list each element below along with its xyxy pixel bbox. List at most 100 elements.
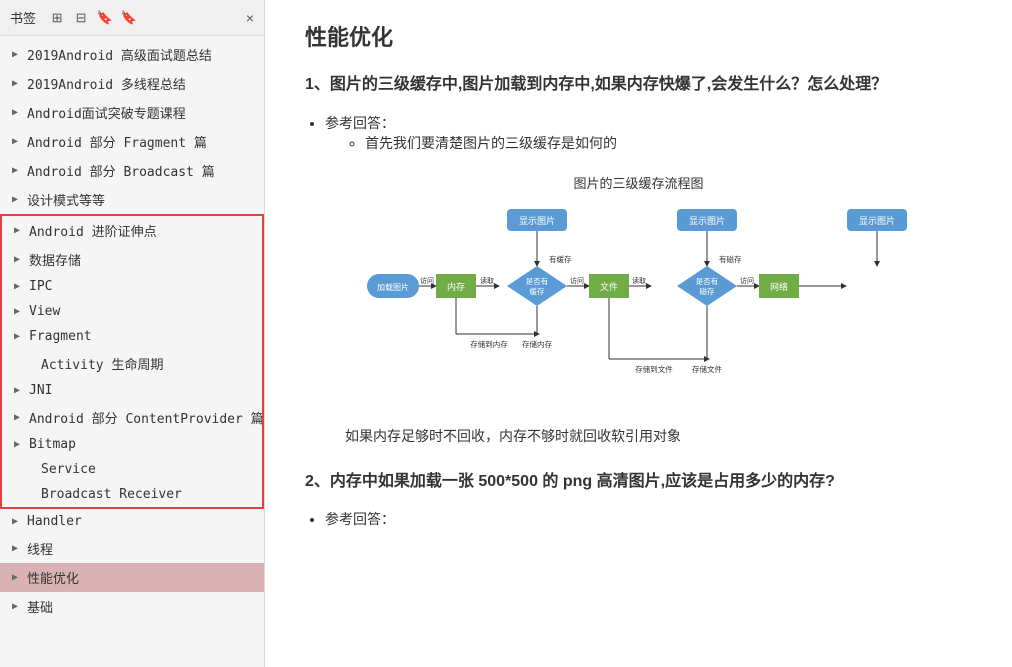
sub-bullet-1: 首先我们要清楚图片的三级缓存是如何的 — [365, 133, 972, 153]
sidebar-item-label: Activity 生命周期 — [41, 354, 163, 373]
svg-text:是否有: 是否有 — [525, 276, 548, 286]
svg-text:有缓存: 有缓存 — [549, 254, 572, 264]
chevron-right-icon: ▶ — [14, 225, 24, 236]
chevron-right-icon: ▶ — [12, 136, 22, 147]
chevron-right-icon: ▶ — [12, 78, 22, 89]
sidebar-group: ▶ Android 进阶证伸点 ▶ 数据存储 ▶ IPC ▶ View ▶ Fragment Act… — [0, 214, 264, 509]
sidebar-item-label: Broadcast Receiver — [41, 487, 182, 502]
chevron-right-icon: ▶ — [12, 49, 22, 60]
sidebar-item-label: Android 部分 Broadcast 篇 — [27, 161, 215, 180]
sidebar-item-item-10[interactable]: ▶ View — [2, 299, 262, 324]
sidebar-icon-2[interactable]: ⊟ — [72, 9, 90, 27]
sidebar-item-item-5[interactable]: ▶ Android 部分 Broadcast 篇 — [0, 156, 264, 185]
chevron-right-icon: ▶ — [14, 331, 24, 342]
section-1: 1、图片的三级缓存中,图片加载到内存中,如果内存快爆了,会发生什么？怎么处理？ … — [305, 72, 972, 449]
sidebar-item-label: 2019Android 高级面试题总结 — [27, 45, 212, 64]
sidebar-item-label: 线程 — [27, 539, 53, 558]
chevron-right-icon: ▶ — [14, 306, 24, 317]
svg-text:存储文件: 存储文件 — [692, 364, 722, 374]
sidebar-item-label: 设计模式等等 — [27, 190, 105, 209]
section-2-title: 2、内存中如果加载一张 500*500 的 png 高清图片,应该是占用多少的内… — [305, 469, 972, 495]
sidebar-list: ▶2019Android 高级面试题总结▶2019Android 多线程总结▶A… — [0, 36, 264, 667]
diagram-title: 图片的三级缓存流程图 — [573, 173, 703, 192]
sidebar-item-item-6[interactable]: ▶ 设计模式等等 — [0, 185, 264, 214]
sidebar-item-label: Fragment — [29, 329, 92, 344]
chevron-right-icon: ▶ — [12, 543, 22, 554]
chevron-right-icon: ▶ — [12, 107, 22, 118]
sidebar-header: 书签 ⊞ ⊟ 🔖 🔖 × — [0, 0, 264, 36]
chevron-right-icon: ▶ — [12, 516, 22, 527]
sidebar-item-label: Bitmap — [29, 437, 76, 452]
sidebar-item-item-11[interactable]: ▶ Fragment — [2, 324, 262, 349]
sidebar-close-button[interactable]: × — [246, 10, 254, 26]
sidebar-item-item-9[interactable]: ▶ IPC — [2, 274, 262, 299]
svg-text:读取: 读取 — [632, 276, 646, 285]
chevron-right-icon: ▶ — [14, 385, 24, 396]
diagram-container: 图片的三级缓存流程图 显示图片 显示图片 显示图片 — [305, 173, 972, 404]
sidebar-item-label: Android面试突破专题课程 — [27, 103, 186, 122]
sidebar-item-label: 基础 — [27, 597, 53, 616]
sidebar-item-item-1[interactable]: ▶ 2019Android 高级面试题总结 — [0, 40, 264, 69]
sidebar-item-label: 2019Android 多线程总结 — [27, 74, 186, 93]
svg-text:显示图片: 显示图片 — [858, 215, 894, 226]
svg-text:读取: 读取 — [480, 276, 494, 285]
sidebar-item-item-7[interactable]: ▶ Android 进阶证伸点 — [2, 216, 262, 245]
sidebar-item-item-4[interactable]: ▶ Android 部分 Fragment 篇 — [0, 127, 264, 156]
sidebar-item-item-15[interactable]: ▶ Bitmap — [2, 432, 262, 457]
sidebar-toolbar: ⊞ ⊟ 🔖 🔖 — [48, 9, 138, 27]
sidebar-title: 书签 — [10, 8, 36, 27]
main-content: 性能优化 1、图片的三级缓存中,图片加载到内存中,如果内存快爆了,会发生什么？怎… — [265, 0, 1012, 667]
sidebar-item-item-12[interactable]: Activity 生命周期 — [2, 349, 262, 378]
sidebar-item-label: JNI — [29, 383, 52, 398]
svg-text:显示图片: 显示图片 — [688, 215, 724, 226]
svg-text:访问: 访问 — [740, 276, 754, 285]
sidebar-item-item-17[interactable]: Broadcast Receiver — [2, 482, 262, 507]
sidebar-item-item-19[interactable]: ▶ 线程 — [0, 534, 264, 563]
sidebar-icon-1[interactable]: ⊞ — [48, 9, 66, 27]
svg-text:显示图片: 显示图片 — [518, 215, 554, 226]
chevron-right-icon: ▶ — [12, 165, 22, 176]
sidebar-item-label: Handler — [27, 514, 82, 529]
chevron-right-icon: ▶ — [12, 601, 22, 612]
sidebar-icon-3[interactable]: 🔖 — [96, 9, 114, 27]
chevron-right-icon: ▶ — [14, 412, 24, 423]
svg-text:缓存: 缓存 — [529, 286, 544, 296]
svg-text:网络: 网络 — [769, 281, 787, 292]
sidebar-item-item-14[interactable]: ▶Android 部分 ContentProvider 篇 — [2, 403, 262, 432]
sidebar: 书签 ⊞ ⊟ 🔖 🔖 × ▶ 2019Android 高级面试题总结 ▶ 2019An… — [0, 0, 265, 667]
svg-text:存储到文件: 存储到文件 — [635, 364, 673, 374]
sidebar-item-label: Android 进阶证伸点 — [29, 221, 157, 240]
svg-text:访问: 访问 — [570, 276, 584, 285]
sidebar-icon-4[interactable]: 🔖 — [120, 9, 138, 27]
svg-text:有磁存: 有磁存 — [719, 254, 742, 264]
bullet-1: 参考回答： 首先我们要清楚图片的三级缓存是如何的 — [325, 113, 972, 153]
sidebar-item-item-16[interactable]: Service — [2, 457, 262, 482]
section-1-title: 1、图片的三级缓存中,图片加载到内存中,如果内存快爆了,会发生什么？怎么处理？ — [305, 72, 972, 98]
sidebar-item-label: Android 部分 Fragment 篇 — [27, 132, 207, 151]
svg-text:文件: 文件 — [599, 281, 617, 292]
sidebar-item-item-2[interactable]: ▶ 2019Android 多线程总结 — [0, 69, 264, 98]
svg-text:访问: 访问 — [420, 276, 434, 285]
sidebar-item-item-3[interactable]: ▶ Android面试突破专题课程 — [0, 98, 264, 127]
svg-text:存储内存: 存储内存 — [522, 339, 552, 349]
sidebar-item-label: IPC — [29, 279, 52, 294]
chevron-right-icon: ▶ — [14, 281, 24, 292]
sidebar-item-label: View — [29, 304, 60, 319]
sidebar-item-item-8[interactable]: ▶ 数据存储 — [2, 245, 262, 274]
flowchart: 显示图片 显示图片 显示图片 加载图片 — [359, 204, 919, 404]
bullet-2: 参考回答： — [325, 509, 972, 529]
sidebar-item-item-20[interactable]: ▶性能优化 — [0, 563, 264, 592]
section-1-answer: 如果内存足够时不回收，内存不够时就回收软引用对象 — [345, 424, 972, 449]
sidebar-item-item-13[interactable]: ▶ JNI — [2, 378, 262, 403]
sidebar-item-item-21[interactable]: ▶ 基础 — [0, 592, 264, 621]
sidebar-item-item-18[interactable]: ▶ Handler — [0, 509, 264, 534]
sidebar-item-label: 数据存储 — [29, 250, 81, 269]
svg-text:内存: 内存 — [446, 281, 464, 292]
chevron-right-icon: ▶ — [14, 254, 24, 265]
sidebar-item-label: Service — [41, 462, 96, 477]
section-2: 2、内存中如果加载一张 500*500 的 png 高清图片,应该是占用多少的内… — [305, 469, 972, 530]
svg-text:磁存: 磁存 — [699, 286, 714, 296]
chevron-right-icon: ▶ — [14, 439, 24, 450]
page-title: 性能优化 — [305, 20, 972, 52]
chevron-right-icon: ▶ — [12, 194, 22, 205]
